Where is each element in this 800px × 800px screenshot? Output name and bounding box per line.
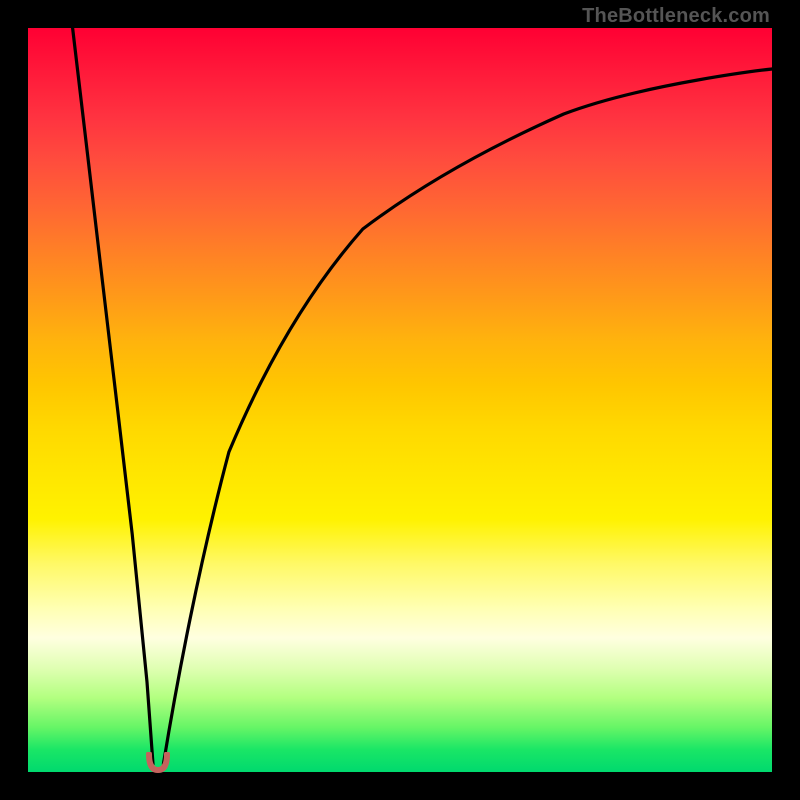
- u-shape-icon: [149, 754, 167, 770]
- minimum-marker: [145, 752, 171, 774]
- curve-right-branch: [163, 69, 772, 764]
- chart-frame: TheBottleneck.com: [0, 0, 800, 800]
- watermark-text: TheBottleneck.com: [582, 6, 770, 26]
- bottleneck-curve: [28, 28, 772, 772]
- curve-left-branch: [73, 28, 153, 764]
